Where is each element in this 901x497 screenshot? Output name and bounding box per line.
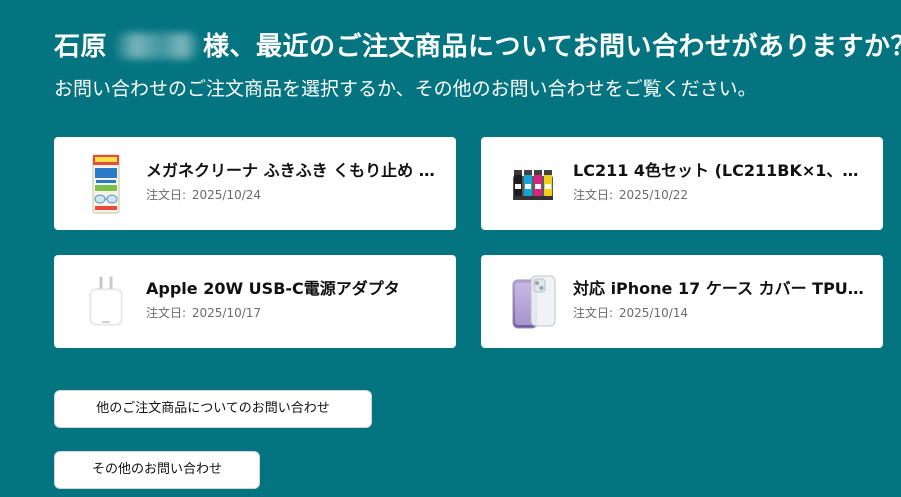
- customer-surname: 石原: [54, 32, 108, 62]
- lens-cleaner-wipes-package-icon: [78, 154, 134, 214]
- clear-phone-case-icon: [505, 272, 561, 332]
- usb-c-power-adapter-icon: [78, 272, 134, 332]
- order-date: 注文日: 2025/10/17: [146, 305, 263, 321]
- order-date-label: 注文日:: [573, 188, 614, 202]
- order-card-2[interactable]: LC211 4色セット (LC211BK×1、LC211C×1、LC211M×1…: [481, 137, 883, 230]
- order-date: 注文日: 2025/10/24: [146, 187, 263, 203]
- other-inquiries-button[interactable]: その他のお問い合わせ: [54, 451, 260, 489]
- order-product-name: LC211 4色セット (LC211BK×1、LC211C×1、LC211M×1…: [573, 161, 865, 180]
- order-date-label: 注文日:: [573, 306, 614, 320]
- order-date-label: 注文日:: [146, 188, 187, 202]
- other-orders-inquiry-button[interactable]: 他のご注文商品についてのお問い合わせ: [54, 390, 372, 428]
- ink-cartridge-set-icon: [505, 154, 561, 214]
- order-date-value: 2025/10/14: [618, 306, 689, 320]
- order-date-value: 2025/10/22: [618, 188, 689, 202]
- order-product-name: Apple 20W USB-C電源アダプタ: [146, 279, 400, 298]
- order-card-4[interactable]: 対応 iPhone 17 ケース カバー TPU クリア 注文日: 2025/1…: [481, 255, 883, 348]
- order-date-value: 2025/10/24: [191, 188, 262, 202]
- order-product-name: 対応 iPhone 17 ケース カバー TPU クリア: [573, 279, 865, 298]
- page-subtitle: お問い合わせのご注文商品を選択するか、その他のお問い合わせをご覧ください。: [54, 78, 757, 100]
- greeting-text: 様、最近のご注文商品についてお問い合わせがありますか？: [203, 32, 901, 62]
- order-date: 注文日: 2025/10/22: [573, 187, 690, 203]
- order-card-1[interactable]: メガネクリーナ ふきふき くもり止め メガネ拭き 注文日: 2025/10/24: [54, 137, 456, 230]
- order-card-3[interactable]: Apple 20W USB-C電源アダプタ 注文日: 2025/10/17: [54, 255, 456, 348]
- redacted-given-name: [113, 33, 202, 59]
- order-date: 注文日: 2025/10/14: [573, 305, 690, 321]
- order-date-label: 注文日:: [146, 306, 187, 320]
- order-product-name: メガネクリーナ ふきふき くもり止め メガネ拭き: [146, 161, 438, 180]
- order-date-value: 2025/10/17: [191, 306, 262, 320]
- greeting-heading: 石原 様、最近のご注文商品についてお問い合わせがありますか？: [54, 29, 901, 65]
